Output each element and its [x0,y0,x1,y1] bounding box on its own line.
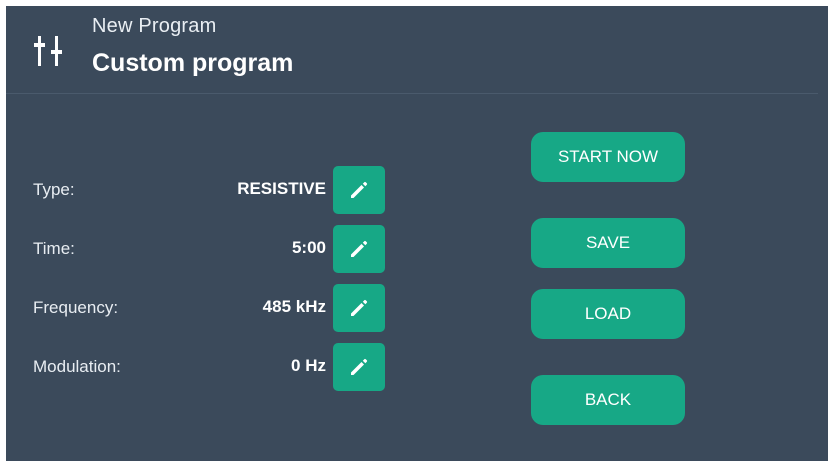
edit-time-button[interactable] [333,225,385,273]
save-button[interactable]: SAVE [531,218,685,268]
header-divider [6,93,818,94]
equalizer-sliders-icon [32,34,72,74]
page-title: Custom program [92,49,294,77]
setting-value: 485 kHz [262,297,326,316]
setting-label: Modulation: [33,357,121,376]
setting-row-frequency: Frequency: 485 kHz [6,284,406,332]
pencil-icon [351,240,368,257]
page-subtitle: New Program [92,15,217,37]
edit-type-button[interactable] [333,166,385,214]
setting-value: 5:00 [291,238,326,257]
setting-row-modulation: Modulation: 0 Hz [6,343,406,391]
setting-label: Type: [33,180,75,199]
setting-label: Frequency: [33,298,119,317]
load-button[interactable]: LOAD [531,289,685,339]
program-screen: New Program Custom program Type: RESISTI… [6,6,828,461]
pencil-icon [351,299,368,316]
pencil-icon [351,358,368,375]
setting-value: RESISTIVE [237,179,326,198]
back-button[interactable]: BACK [531,375,685,425]
pencil-icon [351,181,368,198]
setting-row-type: Type: RESISTIVE [6,166,406,214]
edit-modulation-button[interactable] [333,343,385,391]
start-now-button[interactable]: START NOW [531,132,685,182]
setting-value: 0 Hz [291,356,326,375]
setting-row-time: Time: 5:00 [6,225,406,273]
setting-label: Time: [33,239,75,258]
edit-frequency-button[interactable] [333,284,385,332]
